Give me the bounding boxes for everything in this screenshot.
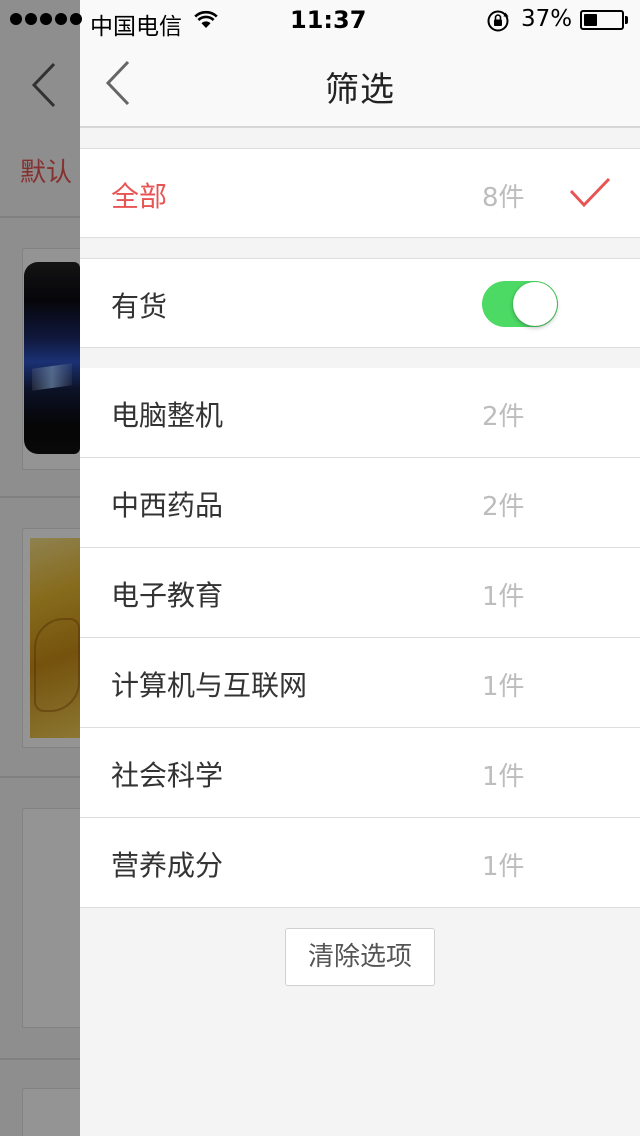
- page-title: 筛选: [325, 70, 395, 110]
- filter-option-count: 2件: [482, 402, 525, 432]
- in-stock-row: 有货: [80, 258, 640, 348]
- filter-option-category[interactable]: 社会科学 1件: [80, 728, 640, 818]
- filter-option-label: 电子教育: [111, 579, 224, 612]
- wifi-icon: [194, 10, 218, 28]
- filter-option-category[interactable]: 计算机与互联网 1件: [80, 638, 640, 728]
- signal-strength-icon: [10, 13, 82, 25]
- status-bar: 中国电信 11:37 37%: [0, 0, 640, 40]
- screen: 默认 筛选 全部 8件 有货 电脑整机 2件 中西药品 2件 电子教育 1件 计…: [0, 0, 640, 1136]
- filter-option-count: 1件: [482, 672, 525, 702]
- filter-option-label: 全部: [111, 180, 168, 213]
- filter-option-all[interactable]: 全部 8件: [80, 148, 640, 238]
- checkmark-icon: [569, 177, 611, 208]
- filter-option-count: 1件: [482, 582, 525, 612]
- filter-option-count: 2件: [482, 492, 525, 522]
- in-stock-label: 有货: [111, 290, 168, 323]
- filter-option-label: 社会科学: [111, 759, 224, 792]
- carrier-name: 中国电信: [90, 14, 182, 40]
- filter-option-label: 营养成分: [111, 849, 224, 882]
- filter-option-category[interactable]: 电脑整机 2件: [80, 368, 640, 458]
- in-stock-toggle[interactable]: [482, 281, 558, 327]
- filter-option-label: 电脑整机: [111, 399, 224, 432]
- filter-option-category[interactable]: 营养成分 1件: [80, 818, 640, 908]
- filter-drawer: 筛选 全部 8件 有货 电脑整机 2件 中西药品 2件 电子教育 1件 计算机与…: [80, 0, 640, 1136]
- clear-options-button[interactable]: 清除选项: [285, 928, 435, 986]
- battery-icon: [580, 10, 628, 30]
- filter-option-count: 8件: [482, 183, 525, 213]
- filter-option-count: 1件: [482, 762, 525, 792]
- filter-option-label: 计算机与互联网: [111, 669, 308, 702]
- toggle-knob: [513, 282, 557, 326]
- clock: 11:37: [290, 6, 367, 34]
- filter-option-category[interactable]: 中西药品 2件: [80, 458, 640, 548]
- filter-option-label: 中西药品: [111, 489, 224, 522]
- rotation-lock-icon: [487, 10, 509, 32]
- filter-option-count: 1件: [482, 852, 525, 882]
- battery-percent: 37%: [521, 6, 573, 32]
- filter-option-category[interactable]: 电子教育 1件: [80, 548, 640, 638]
